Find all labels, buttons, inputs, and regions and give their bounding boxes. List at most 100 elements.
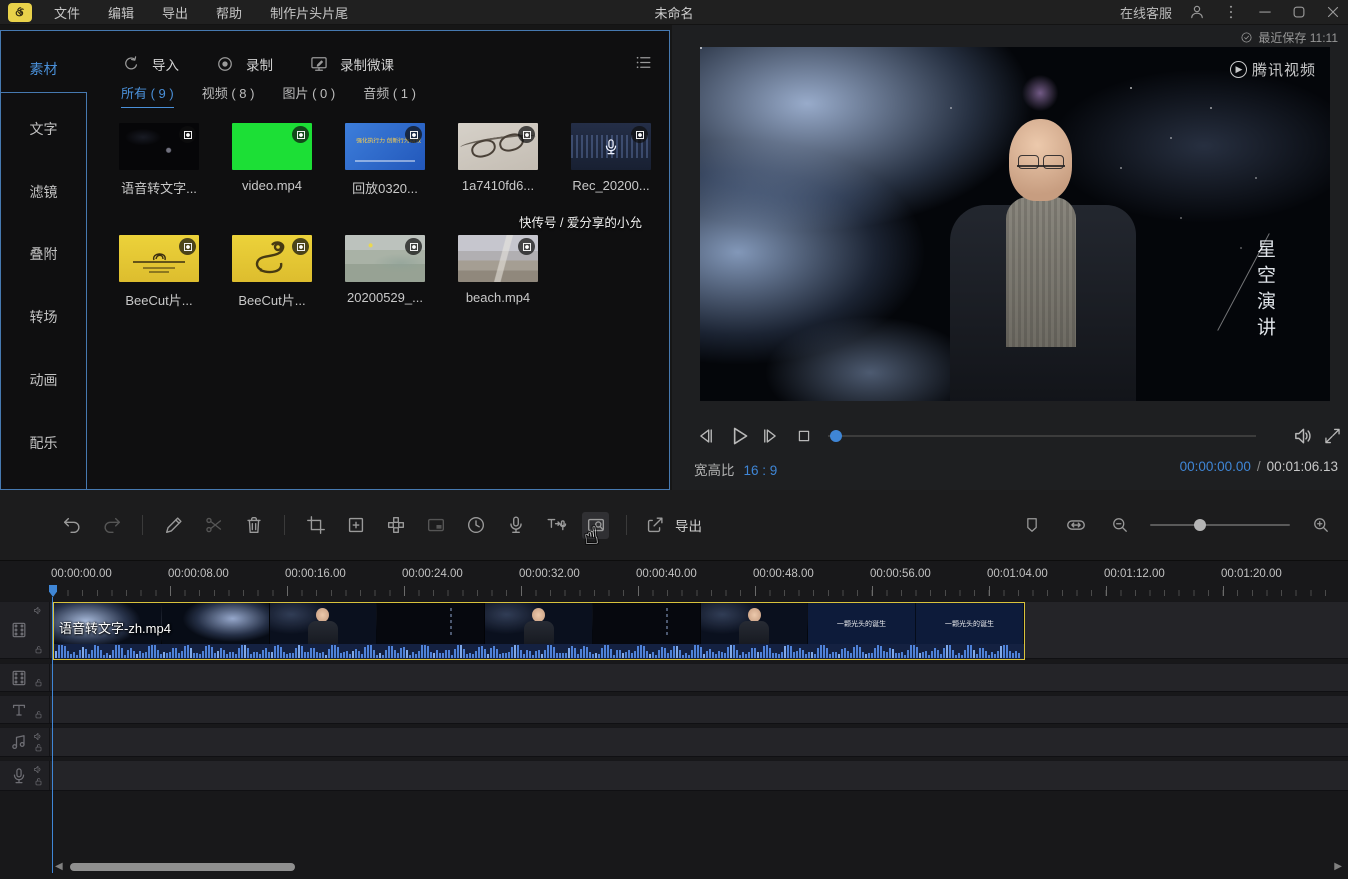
add-to-track-badge-icon[interactable] (518, 238, 535, 255)
media-thumbnail[interactable] (119, 235, 199, 282)
fullscreen-button[interactable] (1322, 426, 1343, 447)
close-button[interactable] (1324, 3, 1342, 21)
timeline-clip[interactable]: 一颗光头的诞生一颗光头的诞生语音转文字-zh.mp4 (53, 602, 1025, 660)
menu-item-0[interactable]: 文件 (54, 3, 80, 22)
media-item-5[interactable]: BeeCut片... (119, 235, 199, 309)
timeline-ruler[interactable]: 00:00:00.0000:00:08.0000:00:16.0000:00:2… (0, 561, 1348, 597)
lock-icon[interactable] (33, 644, 44, 655)
voiceover-mic-button[interactable] (502, 512, 529, 539)
media-thumbnail[interactable] (232, 235, 312, 282)
sidebar-item-5[interactable]: 动画 (1, 370, 86, 390)
add-to-track-badge-icon[interactable] (631, 126, 648, 143)
speaker-icon[interactable] (33, 605, 44, 616)
add-to-track-badge-icon[interactable] (292, 126, 309, 143)
media-thumbnail[interactable] (345, 235, 425, 282)
stop-button[interactable] (794, 426, 814, 446)
maximize-button[interactable] (1290, 3, 1308, 21)
scroll-left-arrow-icon[interactable]: ◀ (55, 861, 63, 872)
aspect-ratio-value[interactable]: 16 : 9 (744, 463, 778, 478)
track-music[interactable] (0, 727, 1348, 757)
cut-scissors-button[interactable] (200, 512, 227, 539)
track-video-2[interactable] (0, 663, 1348, 692)
mosaic-button[interactable] (382, 512, 409, 539)
kebab-menu-icon[interactable] (1222, 3, 1240, 21)
media-thumbnail[interactable] (458, 235, 538, 282)
edit-pencil-button[interactable] (160, 512, 187, 539)
next-frame-button[interactable] (760, 425, 782, 447)
media-item-1[interactable]: video.mp4 (232, 123, 312, 193)
sidebar-item-1[interactable]: 文字 (1, 119, 86, 139)
list-view-icon[interactable] (634, 53, 653, 72)
speaker-icon[interactable] (33, 731, 44, 742)
scroll-right-arrow-icon[interactable]: ▶ (1334, 861, 1342, 872)
add-to-track-badge-icon[interactable] (179, 126, 196, 143)
delete-trash-button[interactable] (240, 512, 267, 539)
speaker-icon[interactable] (33, 764, 44, 775)
play-button[interactable] (726, 423, 752, 449)
scrollbar-thumb[interactable] (70, 863, 295, 871)
scale-frame-button[interactable] (342, 512, 369, 539)
sidebar-item-2[interactable]: 滤镜 (1, 182, 86, 202)
add-to-track-badge-icon[interactable] (292, 238, 309, 255)
volume-button[interactable] (1292, 425, 1315, 448)
timeline-zoom-slider[interactable] (1150, 524, 1290, 526)
menu-item-3[interactable]: 帮助 (216, 3, 242, 22)
media-item-4[interactable]: Rec_20200... (571, 123, 651, 193)
add-to-track-badge-icon[interactable] (518, 126, 535, 143)
media-thumbnail[interactable]: 强化执行力 创新行为动效 (345, 123, 425, 170)
fit-to-timeline-button[interactable] (1062, 512, 1089, 539)
menu-item-1[interactable]: 编辑 (108, 3, 134, 22)
media-item-3[interactable]: 1a7410fd6... (458, 123, 538, 193)
lock-icon[interactable] (33, 776, 44, 787)
app-logo-bee-icon[interactable] (8, 3, 32, 22)
sidebar-item-4[interactable]: 转场 (1, 307, 86, 327)
menu-item-2[interactable]: 导出 (162, 3, 188, 22)
add-to-track-badge-icon[interactable] (179, 238, 196, 255)
timeline-horizontal-scrollbar[interactable]: ◀ ▶ (0, 857, 1348, 877)
media-tab-0[interactable]: 所有 ( 9 ) (121, 83, 174, 108)
lock-icon[interactable] (33, 742, 44, 753)
media-item-6[interactable]: BeeCut片... (232, 235, 312, 309)
track-text[interactable] (0, 695, 1348, 724)
lock-icon[interactable] (33, 677, 44, 688)
media-tab-3[interactable]: 音频 ( 1 ) (363, 83, 416, 108)
duration-clock-button[interactable] (462, 512, 489, 539)
media-thumbnail[interactable] (119, 123, 199, 170)
online-support-link[interactable]: 在线客服 (1120, 3, 1172, 22)
media-thumbnail[interactable] (232, 123, 312, 170)
media-item-8[interactable]: beach.mp4 (458, 235, 538, 305)
undo-button[interactable] (58, 512, 85, 539)
add-to-track-badge-icon[interactable] (405, 238, 422, 255)
export-button[interactable]: 导出 (644, 514, 702, 536)
sidebar-item-0[interactable]: 素材 (1, 59, 86, 79)
media-item-0[interactable]: 语音转文字... (119, 123, 199, 197)
playback-progress-slider[interactable] (828, 435, 1256, 437)
zoom-out-button[interactable] (1106, 512, 1133, 539)
marker-flag-button[interactable] (1018, 512, 1045, 539)
media-thumbnail[interactable] (571, 123, 651, 170)
text-to-speech-button[interactable] (542, 512, 569, 539)
video-preview[interactable]: ▶ 腾讯视频 星空演讲 (700, 47, 1330, 401)
minimize-button[interactable] (1256, 3, 1274, 21)
media-item-7[interactable]: 20200529_... (345, 235, 425, 305)
media-action-import[interactable]: 导入 (121, 54, 179, 74)
media-item-2[interactable]: 强化执行力 创新行为动效回放0320... (345, 123, 425, 197)
menu-item-4[interactable]: 制作片头片尾 (270, 3, 348, 22)
track-voice[interactable] (0, 760, 1348, 791)
media-tab-2[interactable]: 图片 ( 0 ) (282, 83, 335, 108)
sidebar-item-3[interactable]: 叠附 (1, 244, 86, 264)
lock-icon[interactable] (33, 709, 44, 720)
zoom-in-button[interactable] (1307, 512, 1334, 539)
media-tab-1[interactable]: 视频 ( 8 ) (202, 83, 255, 108)
pip-button[interactable] (422, 512, 449, 539)
add-to-track-badge-icon[interactable] (405, 126, 422, 143)
media-action-record[interactable]: 录制 (215, 54, 273, 74)
zoom-slider-knob[interactable] (1194, 519, 1206, 531)
redo-button[interactable] (98, 512, 125, 539)
account-person-icon[interactable] (1188, 3, 1206, 21)
sidebar-item-6[interactable]: 配乐 (1, 433, 86, 453)
crop-button[interactable] (302, 512, 329, 539)
media-thumbnail[interactable] (458, 123, 538, 170)
media-action-screen-record[interactable]: 录制微课 (309, 54, 394, 74)
prev-frame-button[interactable] (694, 425, 716, 447)
